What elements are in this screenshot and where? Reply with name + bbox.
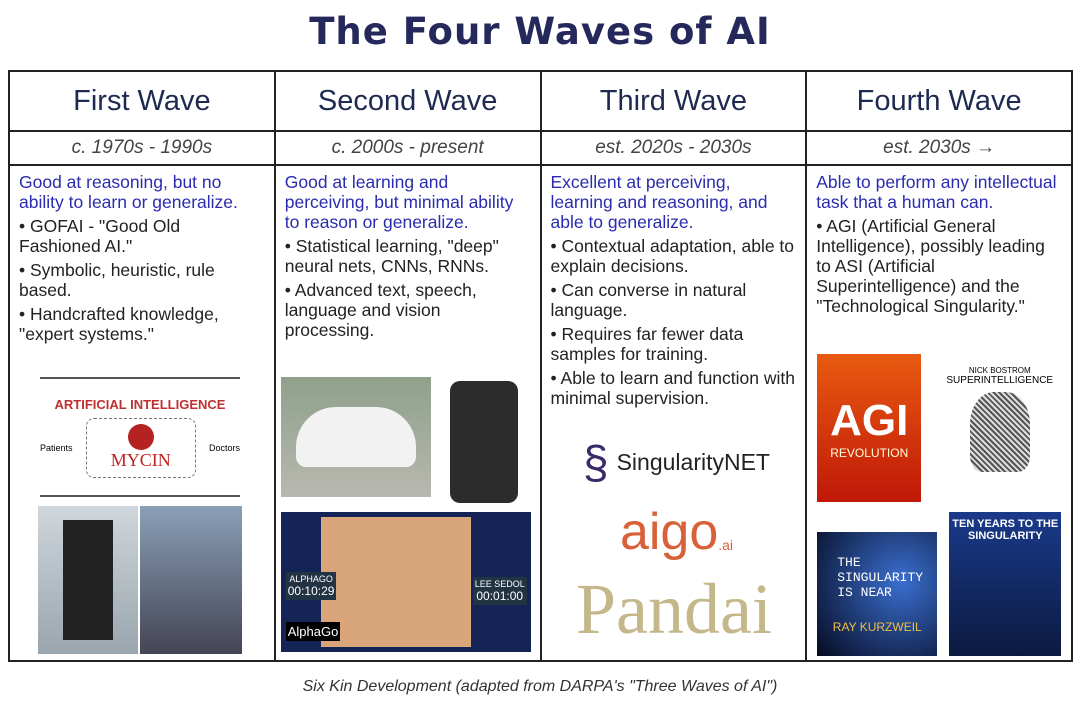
wave-summary: Good at learning and perceiving, but min… <box>284 172 514 232</box>
page-title: The Four Waves of AI <box>309 10 771 53</box>
bullet: • Able to learn and function with minima… <box>550 368 795 408</box>
doctors-label: Doctors <box>208 442 240 453</box>
bullet: • Contextual adaptation, able to explain… <box>550 236 795 276</box>
bullet: • Can converse in natural language. <box>550 280 747 320</box>
self-driving-car-photo <box>280 377 431 497</box>
bullet: • Handcrafted knowledge, "expert systems… <box>19 304 219 344</box>
bullet: • Symbolic, heuristic, rule based. <box>19 260 215 300</box>
mycin-diagram: ARTIFICIAL INTELLIGENCE Patients MYCIN D… <box>40 377 240 497</box>
column-first-wave: First Wave c. 1970s - 1990s Good at reas… <box>10 72 276 660</box>
alphago-player: ALPHAGO <box>289 574 333 584</box>
caption: Six Kin Development (adapted from DARPA'… <box>302 678 778 695</box>
bullet: • Statistical learning, "deep" neural ne… <box>284 236 499 276</box>
bullet: • Advanced text, speech, language and vi… <box>284 280 477 340</box>
inference-engine-icon <box>127 424 154 450</box>
deep-blue-photo <box>38 506 138 654</box>
wave-summary: Excellent at perceiving, learning and re… <box>550 172 768 232</box>
wave-name: Fourth Wave <box>807 72 1071 132</box>
column-third-wave: Third Wave est. 2020s - 2030s Excellent … <box>541 72 808 660</box>
wave-summary: Good at reasoning, but no ability to lea… <box>19 172 238 212</box>
alphago-match-screen: ALPHAGO 00:10:29 AlphaGo LEE SEDOL 00:01… <box>280 512 531 652</box>
wave-name: Third Wave <box>541 72 806 132</box>
waves-table: First Wave c. 1970s - 1990s Good at reas… <box>8 70 1073 662</box>
kasparov-photo <box>140 506 242 654</box>
bullet: • Requires far fewer data samples for tr… <box>550 324 744 364</box>
wave-period: c. 1970s - 1990s <box>10 132 274 166</box>
mycin-label: MYCIN <box>110 450 171 470</box>
book-superintelligence: NICK BOSTROM SUPERINTELLIGENCE <box>942 354 1058 502</box>
book-ten-years-to-singularity: TEN YEARS TO THE SINGULARITY <box>949 512 1062 656</box>
column-fourth-wave: Fourth Wave est. 2030s → Able to perform… <box>807 72 1071 660</box>
column-second-wave: Second Wave c. 2000s - present Good at l… <box>275 72 542 660</box>
wave-period: c. 2000s - present <box>275 132 540 166</box>
wave-summary: Able to perform any intellectual task th… <box>816 172 1057 212</box>
wave-period: est. 2020s - 2030s <box>541 132 806 166</box>
alphago-clock: 00:10:29 <box>287 584 335 598</box>
aigo-logo: aigo .ai <box>619 503 734 561</box>
book-agi-revolution: AGI REVOLUTION <box>817 354 922 502</box>
lee-sedol-player: LEE SEDOL <box>474 579 525 589</box>
mycin-heading: ARTIFICIAL INTELLIGENCE <box>54 396 226 412</box>
wave-period: est. 2030s → <box>807 132 1071 166</box>
bullet: • GOFAI - "Good Old Fashioned AI." <box>19 216 181 256</box>
lee-sedol-clock: 00:01:00 <box>476 589 524 603</box>
alphago-logo: AlphaGo <box>285 622 341 641</box>
pandai-logo: Pandai <box>576 569 772 649</box>
smart-speaker-photo <box>436 377 532 507</box>
bullet: • AGI (Artificial General Intelligence),… <box>816 216 1045 316</box>
wave-name: First Wave <box>10 72 274 132</box>
singularitynet-logo: § SingularityNET <box>583 436 770 488</box>
wave-name: Second Wave <box>275 72 540 132</box>
patients-label: Patients <box>40 442 73 453</box>
book-singularity-is-near: THE SINGULARITY IS NEAR RAY KURZWEIL <box>817 532 938 656</box>
